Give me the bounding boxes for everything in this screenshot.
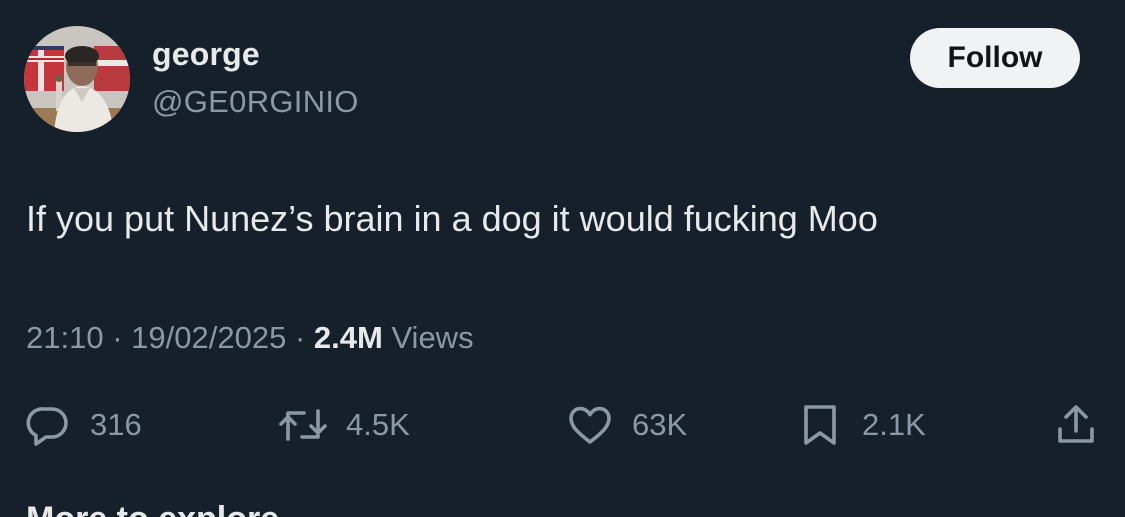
meta-separator: · <box>294 320 306 355</box>
bookmark-count: 2.1K <box>862 407 926 442</box>
meta-separator: · <box>112 320 123 355</box>
bookmark-button[interactable]: 2.1K <box>796 400 926 450</box>
author-name[interactable]: george <box>152 36 260 73</box>
reply-icon <box>24 401 72 449</box>
avatar-image <box>24 26 130 132</box>
action-bar: 316 4.5K 63K 2.1K <box>0 400 1125 450</box>
retweet-button[interactable]: 4.5K <box>278 400 410 450</box>
tweet-meta: 21:10 · 19/02/2025 · 2.4M Views <box>26 320 474 356</box>
retweet-count: 4.5K <box>346 407 410 442</box>
share-button[interactable] <box>1052 400 1100 450</box>
bookmark-icon <box>796 401 844 449</box>
reply-count: 316 <box>90 407 142 442</box>
tweet-text: If you put Nunez’s brain in a dog it wou… <box>26 198 878 239</box>
tweet-time[interactable]: 21:10 <box>26 320 104 355</box>
avatar[interactable] <box>24 26 130 132</box>
reply-button[interactable]: 316 <box>24 400 142 450</box>
tweet-card: george @GE0RGINIO Follow If you put Nune… <box>0 0 1125 517</box>
retweet-icon <box>278 401 328 449</box>
follow-button[interactable]: Follow <box>910 28 1080 88</box>
author-handle[interactable]: @GE0RGINIO <box>152 84 359 120</box>
tweet-date[interactable]: 19/02/2025 <box>131 320 286 355</box>
like-button[interactable]: 63K <box>566 400 687 450</box>
views-label[interactable]: Views <box>391 320 473 355</box>
more-to-explore-heading: More to explore <box>26 500 279 517</box>
share-icon <box>1052 401 1100 449</box>
like-count: 63K <box>632 407 688 442</box>
views-count[interactable]: 2.4M <box>314 320 383 355</box>
heart-icon <box>566 401 614 449</box>
